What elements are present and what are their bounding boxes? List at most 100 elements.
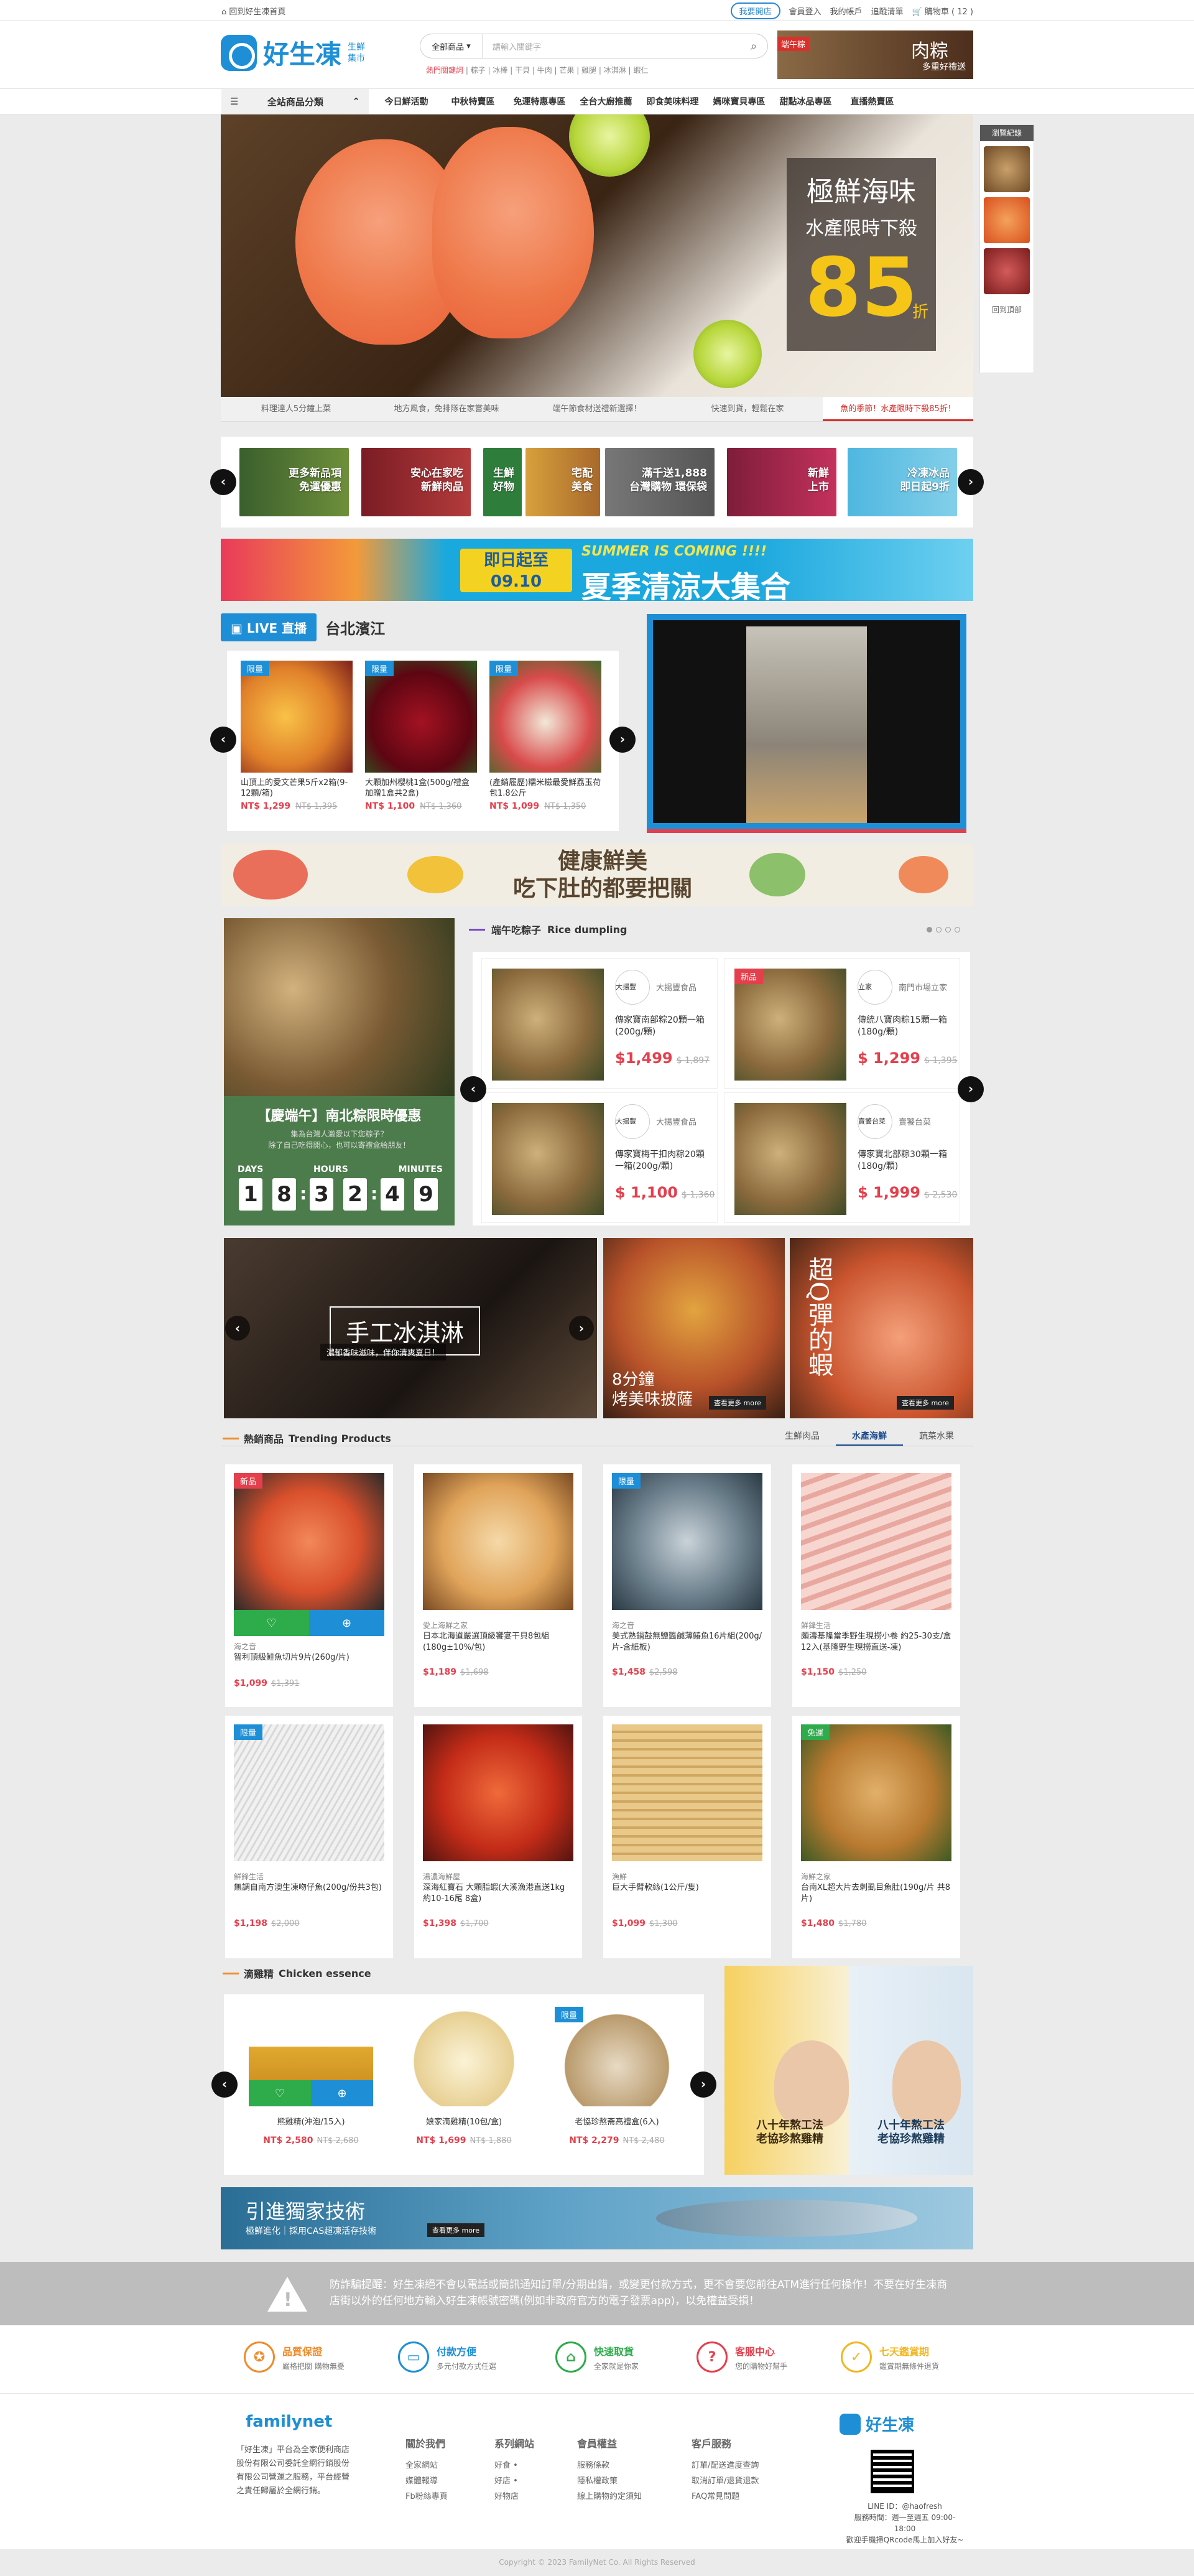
account-link[interactable]: 我的帳戶 <box>830 5 863 17</box>
footer-link[interactable]: 服務條款 <box>577 2458 642 2473</box>
feature-pickup[interactable]: ⌂ 快速取貨 全家就是你家 <box>555 2341 639 2373</box>
product-card[interactable]: 漁鮮 巨大手臂軟絲(1公斤/隻) $1,099 $1,300 <box>603 1716 771 1958</box>
tech-banner[interactable]: 引進獨家技術 極鮮進化｜採用CAS超凍活存技術 查看更多 more <box>221 2187 973 2249</box>
trending-tab[interactable]: 生鮮肉品 <box>769 1428 836 1446</box>
footer-link[interactable]: 好食 • <box>494 2458 534 2473</box>
nav-item[interactable]: 免運特惠專區 <box>506 95 573 108</box>
all-categories-menu[interactable]: ☰ 全站商品分類 ⌃ <box>221 89 369 114</box>
search-input[interactable]: 請輸入關鍵字 <box>483 40 740 52</box>
tech-more-button[interactable]: 查看更多 more <box>427 2223 484 2237</box>
footer-link[interactable]: 線上購物約定須知 <box>577 2489 642 2504</box>
cart-icon[interactable]: ⊕ <box>311 2080 373 2106</box>
banner-tab-active[interactable]: 魚的季節！水產限時下殺85折！ <box>823 397 973 421</box>
chicken-card[interactable]: 限量 老協珍熬斋高禮盒(6入) NT$ 2,279 NT$ 2,480 <box>555 2007 679 2146</box>
live-badge[interactable]: ▣ LIVE 直播 <box>221 613 317 641</box>
chicken-card[interactable]: 娘家滴雞精(10包/盒) NT$ 1,699 NT$ 1,880 <box>402 2007 526 2146</box>
pager-dot[interactable] <box>936 927 942 932</box>
category-tile[interactable]: 生鮮 好物 <box>483 448 522 516</box>
footer-link[interactable]: FAQ常見問題 <box>692 2489 759 2504</box>
carousel-prev-button[interactable]: ‹ <box>210 469 236 495</box>
feature-payment[interactable]: ▭ 付款方便 多元付款方式任選 <box>398 2341 496 2373</box>
heart-icon[interactable]: ♡ <box>249 2080 311 2106</box>
banner-tab[interactable]: 端午節食材送禮新選擇！ <box>522 397 672 421</box>
feature-quality[interactable]: ✪ 品質保證 嚴格把關 購物無憂 <box>244 2341 345 2373</box>
footer-link[interactable]: 好物店 <box>494 2489 534 2504</box>
nav-item[interactable]: 媽咪寶貝專區 <box>706 95 772 108</box>
footer-link[interactable]: 全家網站 <box>405 2458 448 2473</box>
product-card[interactable]: 新品 ♡ ⊕ 海之音 智利頂級鮭魚切片9片(260g/片) $1,099 $1,39… <box>225 1464 393 1707</box>
dumpling-card[interactable]: 新品 立家 南門市場立家 傳統八寶肉粽15顆一箱(180g/顆) $ 1,299… <box>724 958 960 1089</box>
nav-item[interactable]: 甜點冰品專區 <box>772 95 839 108</box>
trending-tab-active[interactable]: 水產海鮮 <box>836 1428 903 1446</box>
banner-tab[interactable]: 料理達人5分鐘上菜 <box>221 397 371 421</box>
chicken-next-button[interactable]: › <box>690 2071 716 2098</box>
hot-keywords[interactable]: 熱門關鍵詞 | 粽子 | 冰棒 | 干貝 | 牛肉 | 芒果 | 雞腿 | 冰淇… <box>426 65 648 75</box>
icecream-banner[interactable]: 手工冰淇淋 濃郁香味滋味，伴你清爽夏日！ <box>224 1238 597 1418</box>
banner-tab[interactable]: 地方風食，免排隊在家嘗美味 <box>371 397 522 421</box>
site-logo[interactable]: 好生凍 生鮮 集市 <box>221 34 365 72</box>
nav-item[interactable]: 中秋特賣區 <box>440 95 506 108</box>
nav-item[interactable]: 即食美味料理 <box>639 95 706 108</box>
footer-link[interactable]: 媒體報導 <box>405 2473 448 2489</box>
dumpling-card[interactable]: 大揚豐 大揚豐食品 傳家寶梅干扣肉粽20顆一箱(200g/顆) $ 1,100 $… <box>481 1092 718 1223</box>
footer-link[interactable]: 訂單/配送進度查詢 <box>692 2458 759 2473</box>
product-card[interactable]: 限量 鮮鋒生活 無調自南方澳生凍吻仔魚(200g/份共3包) $1,198 $2,… <box>225 1716 393 1958</box>
pizza-banner[interactable]: 8分鐘 烤美味披薩 查看更多 more <box>603 1238 785 1418</box>
home-link[interactable]: ⌂ 回到好生凍首頁 <box>221 5 285 17</box>
live-product-card[interactable]: 限量 大顆加州櫻桃1盒(500g/禮盒 加贈1盒共2盒) NT$ 1,100 NT… <box>365 661 477 811</box>
live-product-card[interactable]: 限量 (產銷履歷)糯米糍最愛鮮荔玉荷包1.8公斤 NT$ 1,099 NT$ 1,… <box>489 661 601 811</box>
feature-service[interactable]: ? 客服中心 您的購物好幫手 <box>696 2341 787 2373</box>
summer-banner[interactable]: 即日起至 09.10 SUMMER IS COMING !!!! 夏季清涼大集合 <box>221 539 973 601</box>
dumpling-card[interactable]: 賣饕台菜 賣饕台菜 傳家寶北部粽30顆一箱(180g/顆) $ 1,999 $ 2… <box>724 1092 960 1223</box>
product-card[interactable]: 鮮鋒生活 頗濤基隆當季野生現撈小卷 約25-30支/盒 12入(基隆野生現撈直送… <box>792 1464 960 1707</box>
header-ad[interactable]: 端午粽 肉粽 多重好禮送 <box>777 30 973 79</box>
search-icon[interactable]: ⌕ <box>740 40 767 53</box>
hero-banner[interactable]: 極鮮海味 水產限時下殺 85 折 <box>221 114 973 397</box>
live-video-player[interactable] <box>647 614 966 829</box>
product-card[interactable]: 愛上海鮮之家 日本北海道嚴選頂級饗宴干貝8包組(180g±10%/包) $1,1… <box>414 1464 582 1707</box>
heart-icon[interactable]: ♡ <box>234 1610 309 1636</box>
dumpling-promo[interactable]: 【慶端午】南北粽限時優惠 集為台灣人激愛以下您粽子？ 除了自己吃得開心，也可以寄… <box>224 918 455 1225</box>
product-card[interactable]: 限量 海之音 美式熟鍋鼓無鹽醬鹹薄鰆魚16片組(200g/片-含紙板) $1,4… <box>603 1464 771 1707</box>
footer-link[interactable]: 好店 • <box>494 2473 534 2489</box>
nav-item[interactable]: 今日鮮活動 <box>373 95 440 108</box>
category-tile[interactable]: 更多新品項 免運優惠 <box>239 448 349 516</box>
history-thumb[interactable] <box>984 197 1030 243</box>
feature-return[interactable]: ✓ 七天鑑賞期 鑑賞期無條件退貨 <box>841 2341 939 2373</box>
dumpling-card[interactable]: 大揚豐 大揚豐食品 傳家寶南部粽20顆一箱(200g/顆) $1,499 $ 1,… <box>481 958 718 1089</box>
category-tile[interactable]: 宅配 美食 <box>525 448 600 516</box>
footer-link[interactable]: 取消訂單/退貨退款 <box>692 2473 759 2489</box>
shrimp-banner[interactable]: 超Q彈的蝦 查看更多 more <box>790 1238 973 1418</box>
nav-item[interactable]: 全台大廚推薦 <box>573 95 639 108</box>
cart-link[interactable]: 🛒 購物車 ( 12 ) <box>912 5 973 17</box>
healthy-banner[interactable]: 健康鮮美 吃下肚的都要把關 <box>221 844 973 906</box>
dumpling-prev-button[interactable]: ‹ <box>460 1076 486 1102</box>
product-card[interactable]: 免運 海鮮之家 台南XL超大片去刺虱目魚肚(190g/片 共8片) $1,480… <box>792 1716 960 1958</box>
back-to-top-link[interactable]: 回到頂部 <box>980 304 1034 315</box>
open-store-button[interactable]: 我要開店 <box>730 2 780 19</box>
footer-link[interactable]: 隱私權政策 <box>577 2473 642 2489</box>
category-tile[interactable]: 滿千送1,888 台灣購物 環保袋 <box>605 448 715 516</box>
pager-dot[interactable] <box>927 927 932 932</box>
chicken-ad[interactable]: 八十年熬工法 老協珍熬雞精 八十年熬工法 老協珍熬雞精 <box>724 1966 973 2175</box>
history-thumb[interactable] <box>984 248 1030 294</box>
search-category-select[interactable]: 全部商品 ▾ <box>420 34 483 58</box>
chicken-card[interactable]: ♡ ⊕ 熊雞精(沖泡/15入) NT$ 2,580 NT$ 2,680 <box>249 2007 373 2146</box>
dumpling-next-button[interactable]: › <box>958 1076 984 1102</box>
footer-logo[interactable]: 好生凍 <box>840 2412 914 2435</box>
icecream-prev-button[interactable]: ‹ <box>225 1316 250 1341</box>
login-link[interactable]: 會員登入 <box>789 5 821 17</box>
footer-brand[interactable]: familynet <box>246 2412 332 2431</box>
shrimp-more-button[interactable]: 查看更多 more <box>897 1396 954 1410</box>
history-thumb[interactable] <box>984 146 1030 192</box>
cart-icon[interactable]: ⊕ <box>309 1610 384 1636</box>
live-prev-button[interactable]: ‹ <box>210 727 236 753</box>
category-tile[interactable]: 安心在家吃 新鮮肉品 <box>361 448 471 516</box>
banner-tab[interactable]: 快速到貨，輕鬆在家 <box>672 397 823 421</box>
product-card[interactable]: 湯濃海鮮屋 深海紅寶石 大顆脂蝦(大溪漁港直送1kg 約10-16尾 8盒) $… <box>414 1716 582 1958</box>
nav-item[interactable]: 直播熱賣區 <box>839 95 905 108</box>
footer-link[interactable]: Fb粉絲專頁 <box>405 2489 448 2504</box>
track-link[interactable]: 追蹤清單 <box>871 5 904 17</box>
category-tile[interactable]: 冷凍冰品 即日起9折 <box>848 448 957 516</box>
live-product-card[interactable]: 限量 山頂上的愛文芒果5斤x2箱(9-12顆/箱) NT$ 1,299 NT$ 1… <box>241 661 353 811</box>
